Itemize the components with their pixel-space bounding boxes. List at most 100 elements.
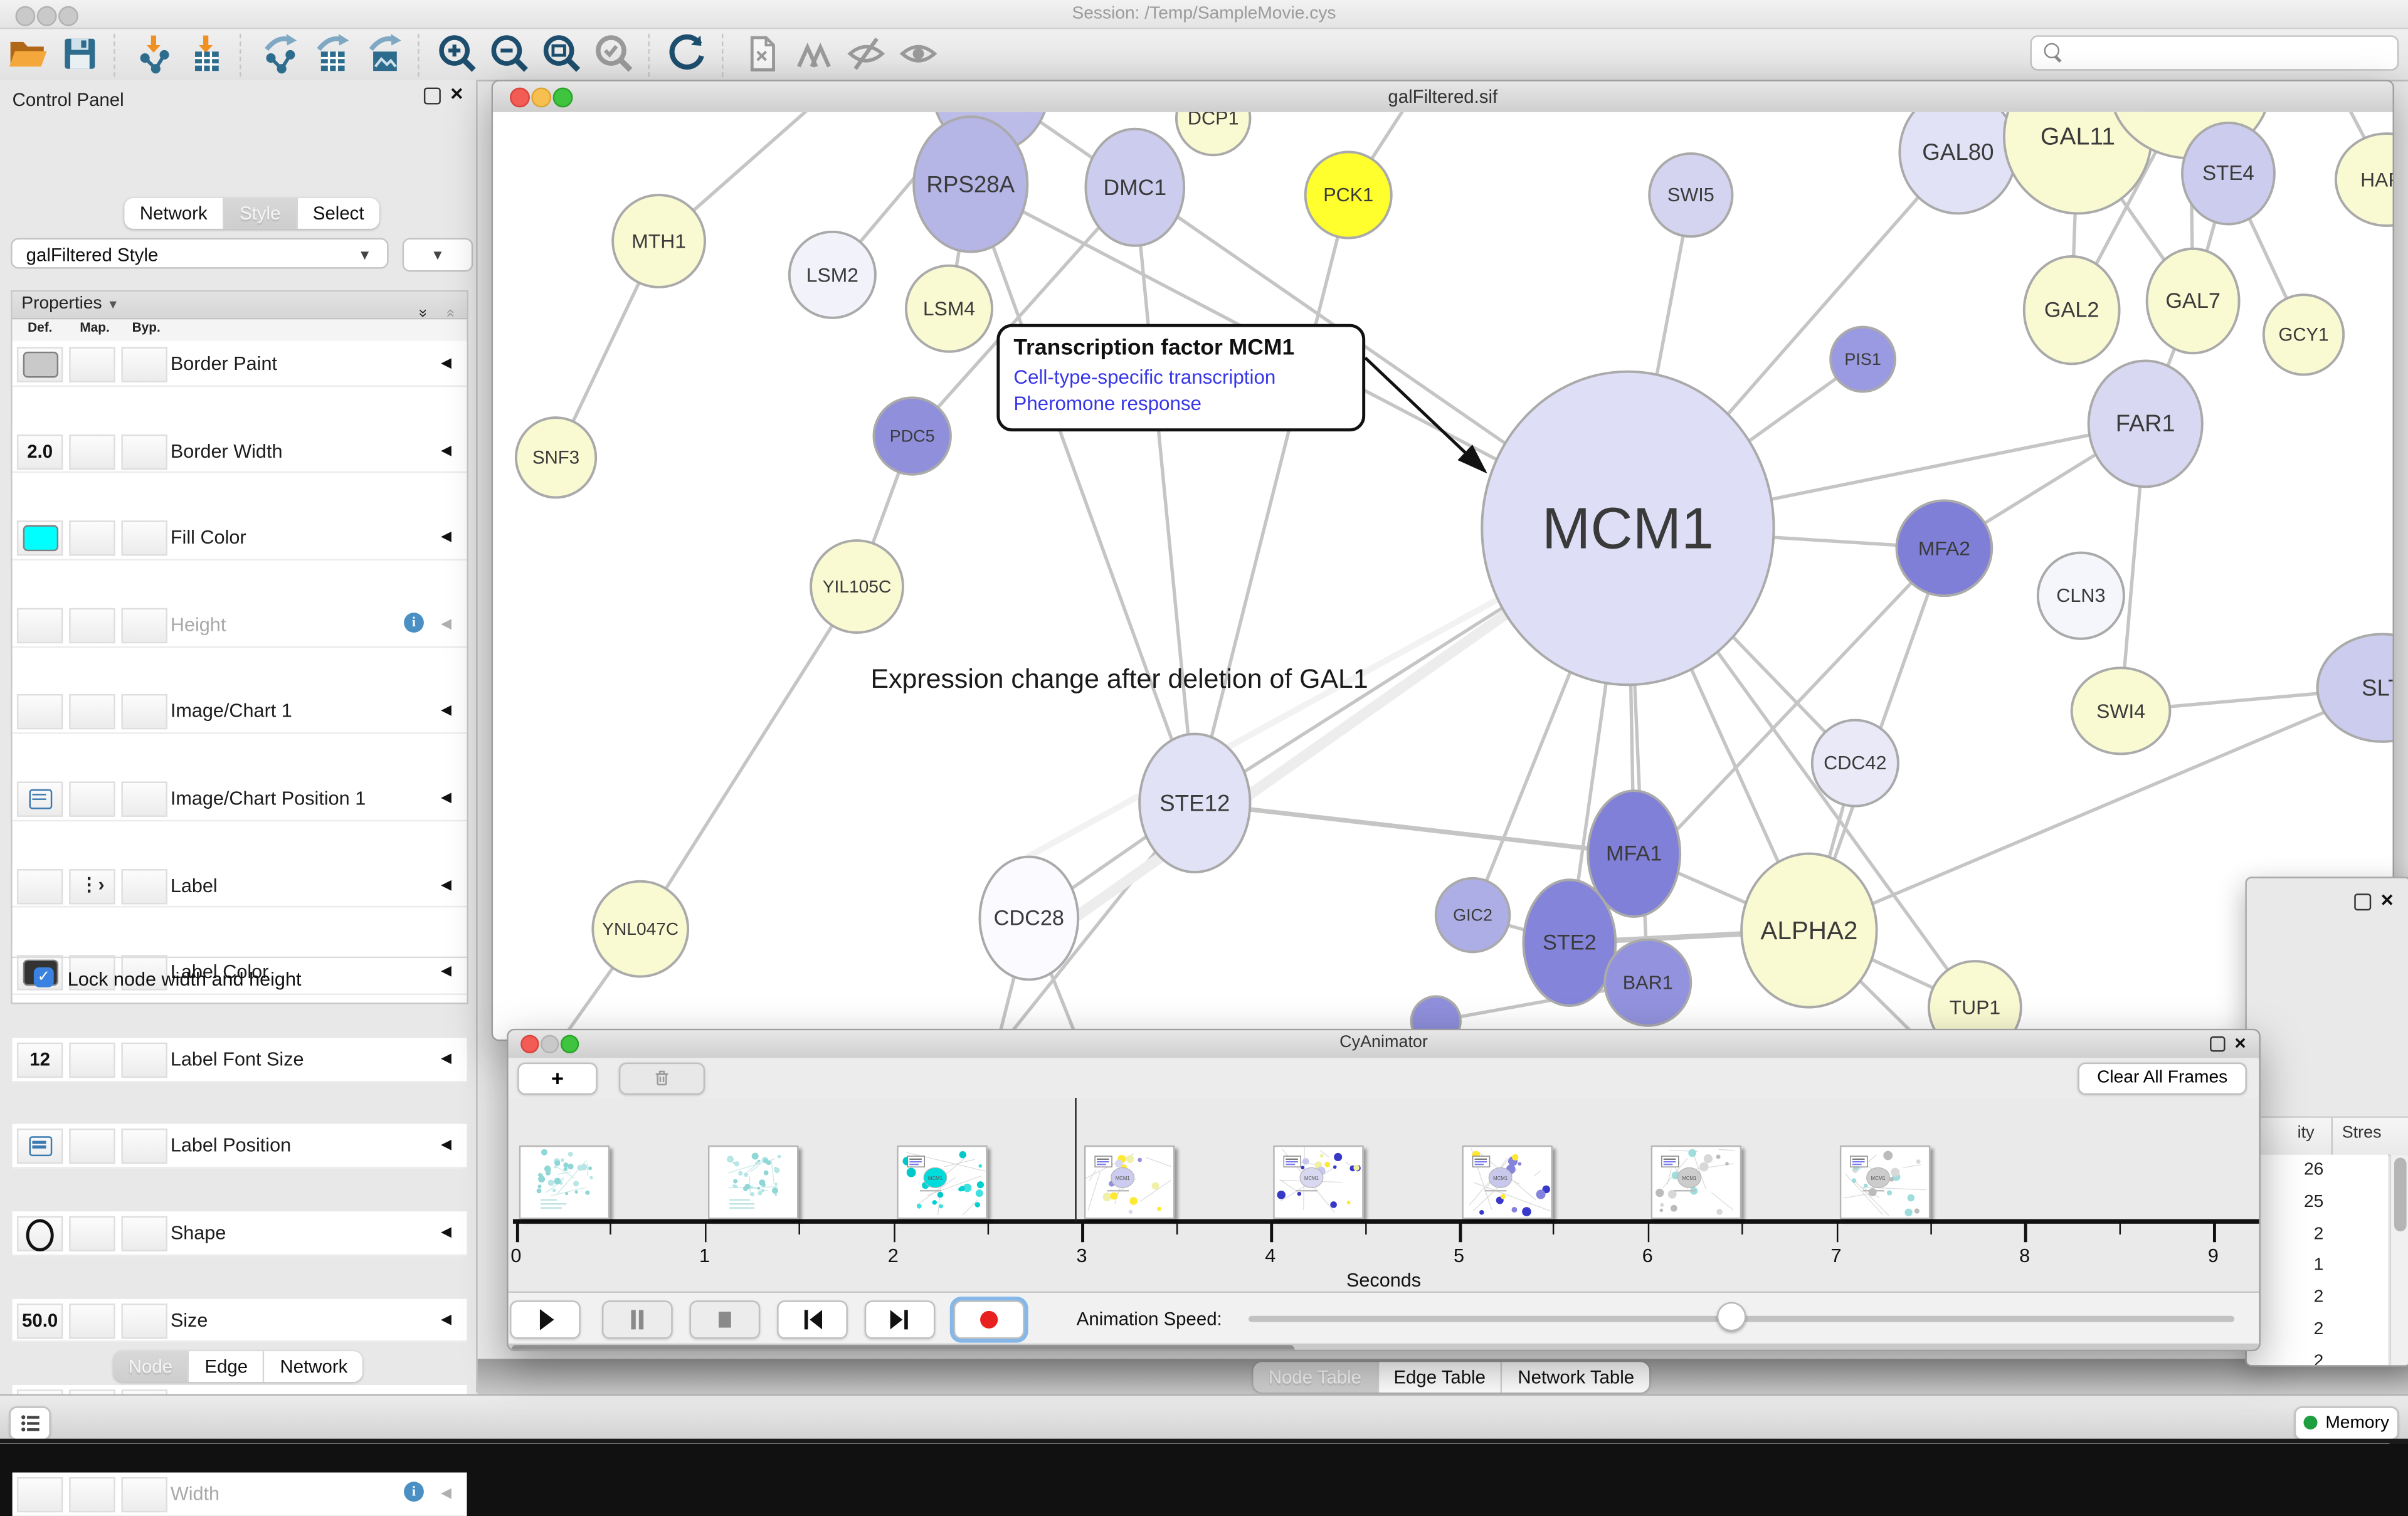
property-cell[interactable] [69,347,115,382]
info-icon[interactable]: i [404,613,424,633]
first-neighbors-icon[interactable] [793,32,836,75]
timeline-playhead[interactable] [1075,1098,1077,1222]
property-cell[interactable] [17,695,63,730]
property-cell[interactable] [121,1042,167,1077]
save-icon[interactable] [58,32,102,75]
chevron-left-icon[interactable]: ◀ [441,1485,452,1502]
property-row-size[interactable]: 50.0Size◀ [13,1298,467,1343]
tab-network-table[interactable]: Network Table [1502,1362,1650,1392]
property-row-fill-color[interactable]: Fill Color◀ [13,516,467,561]
property-cell[interactable] [17,868,63,903]
properties-header[interactable]: Properties ▼ » « [13,292,467,319]
tab-network[interactable]: Network [124,198,224,229]
property-row-height[interactable]: Heighti◀ [13,603,467,648]
property-row-label-font-size[interactable]: 12Label Font Size◀ [13,1038,467,1082]
chevron-left-icon[interactable]: ◀ [441,355,452,372]
collapse-all-icon[interactable]: « [443,309,460,316]
annotation-box[interactable]: Transcription factor MCM1 Cell-type-spec… [996,324,1365,431]
pause-button[interactable] [602,1300,673,1339]
property-cell[interactable] [69,1042,115,1077]
memory-button[interactable]: Memory [2294,1406,2399,1440]
property-cell[interactable] [121,347,167,382]
show-panels-button[interactable] [9,1406,51,1440]
tab-network-style[interactable]: Network [265,1351,363,1382]
table-row[interactable]: 2 [2247,1218,2388,1250]
zoom-out-icon[interactable] [488,32,532,75]
zoom-selected-icon[interactable] [593,32,636,75]
chevron-left-icon[interactable]: ◀ [441,876,452,893]
property-cell[interactable] [69,695,115,730]
property-cell[interactable] [17,781,63,816]
zoom-fit-icon[interactable] [541,32,584,75]
zoom-in-icon[interactable] [436,32,480,75]
show-icon[interactable] [897,32,940,75]
tab-node[interactable]: Node [113,1351,189,1382]
chevron-left-icon[interactable]: ◀ [441,441,452,458]
timeline-area[interactable]: Seconds 0123456789MCM1MCM1MCM1MCM1MCM1MC… [509,1098,2259,1292]
cyanimator-hscrollbar[interactable] [509,1344,2259,1351]
property-cell[interactable] [121,1129,167,1164]
animation-speed-thumb[interactable] [1717,1302,1746,1332]
cyanimator-titlebar[interactable]: CyAnimator ✕ [509,1030,2259,1060]
column-header[interactable]: Stres [2342,1124,2382,1142]
clone-view-icon[interactable] [740,32,783,75]
property-cell[interactable] [17,608,63,643]
annotation-link-2[interactable]: Pheromone response [1013,391,1348,414]
property-cell[interactable] [121,608,167,643]
close-panel-icon[interactable]: ✕ [2380,895,2394,909]
property-cell[interactable] [121,1303,167,1338]
float-panel-icon[interactable] [2354,893,2371,910]
refresh-icon[interactable] [667,32,710,75]
property-cell[interactable] [121,434,167,469]
column-header[interactable]: ity [2298,1124,2315,1142]
property-cell[interactable] [17,347,63,382]
export-image-icon[interactable] [362,32,406,75]
search-input[interactable] [2030,35,2399,70]
property-cell[interactable] [69,1129,115,1164]
property-cell[interactable] [121,1216,167,1251]
property-cell[interactable]: 50.0 [17,1303,63,1338]
property-cell[interactable] [17,1477,63,1512]
table-row[interactable]: 1 [2247,1250,2388,1282]
skip-start-button[interactable] [777,1300,848,1339]
import-network-icon[interactable] [132,32,176,75]
export-network-icon[interactable] [258,32,301,75]
chevron-left-icon[interactable]: ◀ [441,1137,452,1154]
property-cell[interactable] [69,1216,115,1251]
property-cell[interactable]: 12 [17,1042,63,1077]
expand-all-icon[interactable]: » [415,309,432,316]
timeline-frame-5[interactable]: MCM1 [1462,1145,1552,1219]
chevron-left-icon[interactable]: ◀ [441,529,452,545]
property-row-shape[interactable]: Shape◀ [13,1211,467,1256]
close-panel-icon[interactable]: ✕ [450,89,464,103]
import-table-icon[interactable] [184,32,228,75]
timeline-frame-1[interactable] [707,1145,798,1219]
add-frame-button[interactable]: + [517,1063,597,1095]
property-cell[interactable] [121,695,167,730]
chevron-left-icon[interactable]: ◀ [441,1050,452,1067]
style-selector[interactable]: galFiltered Style▼ [11,238,388,269]
property-cell[interactable] [121,868,167,903]
property-row-border-width[interactable]: 2.0Border Width◀ [13,429,467,474]
hide-icon[interactable] [845,32,888,75]
table-row[interactable]: 25 [2247,1187,2388,1219]
network-canvas[interactable]: DCP1RPS28ADMC1PCK1SWI5GAL80GAL11STE4HAP2… [493,112,2392,1040]
lock-size-checkbox[interactable]: ✓ [34,967,54,987]
timeline-frame-3[interactable]: MCM1 [1085,1145,1175,1219]
skip-end-button[interactable] [865,1300,936,1339]
property-cell[interactable] [69,1477,115,1512]
timeline-frame-0[interactable] [519,1145,610,1219]
table-row[interactable]: 2 [2247,1346,2388,1366]
chevron-left-icon[interactable]: ◀ [441,1310,452,1327]
property-row-image-chart-position-1[interactable]: Image/Chart Position 1◀ [13,777,467,821]
property-cell[interactable] [17,521,63,556]
chevron-left-icon[interactable]: ◀ [441,616,452,633]
export-table-icon[interactable] [310,32,354,75]
annotation-link-1[interactable]: Cell-type-specific transcription [1013,366,1348,389]
table-scrollbar[interactable] [2390,1155,2408,1366]
property-row-border-paint[interactable]: Border Paint◀ [13,342,467,387]
stop-button[interactable] [690,1300,761,1339]
float-panel-icon[interactable] [423,88,440,105]
property-cell[interactable] [69,781,115,816]
open-icon[interactable] [6,32,50,75]
